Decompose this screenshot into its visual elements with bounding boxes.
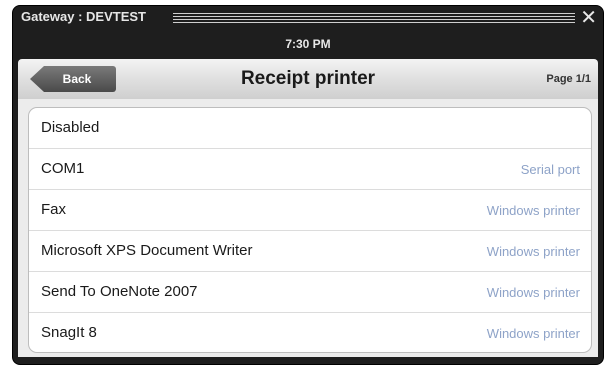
clock: 7:30 PM: [285, 37, 331, 51]
printer-name: Disabled: [41, 119, 100, 136]
list-item[interactable]: Fax Windows printer: [29, 190, 591, 231]
title-bar[interactable]: Gateway : DEVTEST ✕: [13, 6, 603, 30]
printer-name: Fax: [41, 201, 67, 218]
window-title: Gateway : DEVTEST: [21, 9, 146, 24]
printer-name: COM1: [41, 160, 85, 177]
content-area: Disabled COM1 Serial port Fax Windows pr…: [18, 99, 598, 357]
printer-list: Disabled COM1 Serial port Fax Windows pr…: [28, 107, 592, 353]
printer-name: Microsoft XPS Document Writer: [41, 242, 253, 259]
app-window: Gateway : DEVTEST ✕ 7:30 PM Back Receipt…: [13, 6, 603, 364]
page-title: Receipt printer: [240, 68, 376, 89]
printer-type: Serial port: [520, 162, 580, 177]
close-icon[interactable]: ✕: [580, 6, 597, 30]
list-item[interactable]: SnagIt 8 Windows printer: [29, 313, 591, 352]
list-item[interactable]: Microsoft XPS Document Writer Windows pr…: [29, 231, 591, 272]
printer-type: Windows printer: [486, 203, 580, 218]
page-indicator: Page 1/1: [546, 73, 591, 85]
navigation-bar: Back Receipt printer Page 1/1: [18, 59, 598, 99]
list-item[interactable]: Send To OneNote 2007 Windows printer: [29, 272, 591, 313]
list-item[interactable]: COM1 Serial port: [29, 149, 591, 190]
printer-type: Windows printer: [486, 244, 580, 259]
printer-name: SnagIt 8: [41, 324, 97, 341]
printer-type: Windows printer: [486, 285, 580, 300]
list-item[interactable]: Disabled: [29, 108, 591, 149]
title-bar-grip: [173, 13, 575, 23]
printer-type: Windows printer: [486, 326, 580, 341]
printer-name: Send To OneNote 2007: [41, 283, 198, 300]
